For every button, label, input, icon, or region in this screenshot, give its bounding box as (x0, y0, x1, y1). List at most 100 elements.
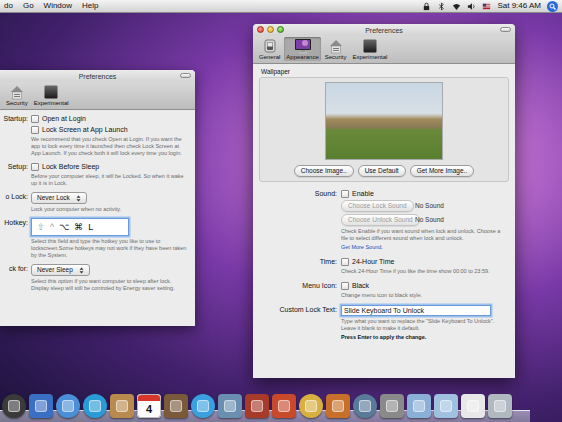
checkbox-box[interactable] (31, 163, 39, 171)
popup-button[interactable]: Never Sleep (31, 264, 90, 276)
toolbar-tab[interactable]: Experimental (350, 37, 389, 61)
dock-item[interactable] (434, 394, 458, 418)
toolbar-toggle-button[interactable] (500, 27, 511, 32)
wallpaper-button[interactable]: Use Default (358, 165, 406, 177)
app-glyph-icon (197, 400, 209, 412)
checkbox-box[interactable] (31, 126, 39, 134)
help-text: Lock your computer when no activity. (31, 206, 189, 213)
app-glyph-icon (467, 400, 479, 412)
wallpaper-button[interactable]: Get More Image.. (410, 165, 475, 177)
checkbox[interactable]: Open at Login (31, 114, 189, 123)
get-more-sound-link[interactable]: Get More Sound. (341, 244, 507, 251)
bluetooth-icon[interactable] (437, 2, 446, 11)
toolbar-tab[interactable]: Security (323, 37, 349, 61)
checkbox-box[interactable] (31, 115, 39, 123)
settings-list: Startup:Open at LoginLock Screen at App … (0, 110, 195, 292)
hotkey-field[interactable]: ⇧^⌥⌘L (31, 218, 129, 236)
toolbar-tab-label: Experimental (352, 54, 387, 61)
menu-item[interactable]: Window (44, 1, 72, 11)
dock-item[interactable] (326, 394, 350, 418)
popup-arrows-icon (76, 195, 81, 202)
toolbar-tab[interactable]: General (257, 37, 282, 61)
switch-icon (262, 38, 278, 54)
dock-item[interactable] (2, 394, 26, 418)
dock-item[interactable] (218, 394, 242, 418)
checkbox-label: 24-Hour Time (352, 257, 394, 266)
dock-item[interactable] (245, 394, 269, 418)
clock[interactable]: Sat 9:46 AM (497, 1, 541, 11)
close-button[interactable] (257, 26, 264, 33)
menu-item[interactable]: Go (23, 1, 34, 11)
toolbar-tab[interactable]: Experimental (32, 83, 71, 107)
hotkey-key: ⌘ (74, 222, 83, 233)
dock-item[interactable] (164, 394, 188, 418)
custom-lock-text-field[interactable]: Slide Keyboard To Unlock (341, 305, 491, 316)
menu-item[interactable]: Help (82, 1, 98, 11)
help-text: Before your computer sleep, it will be L… (31, 173, 189, 187)
app-glyph-icon (8, 400, 20, 412)
dock: 4 (0, 384, 530, 422)
desktop: do Go Window Help Sat 9:46 AM Preferences Secu… (0, 0, 562, 422)
window-title: Preferences (365, 26, 403, 35)
help-text: Select this option if you want computer … (31, 278, 189, 292)
hotkey-key: ⇧ (37, 222, 45, 233)
zoom-button[interactable] (277, 26, 284, 33)
lock-icon[interactable] (422, 2, 431, 11)
checkbox[interactable]: Enable (341, 189, 507, 198)
dock-item[interactable] (56, 394, 80, 418)
dock-item[interactable] (353, 394, 377, 418)
checkbox-box[interactable] (341, 258, 349, 266)
wallpaper-buttons: Choose Image.. Use Default Get More Image.… (294, 165, 474, 177)
sound-value: No Sound (415, 202, 444, 210)
toolbar-tab[interactable]: Security (4, 83, 30, 107)
checkbox[interactable]: Lock Screen at App Launch (31, 125, 189, 134)
row-label: Time: (253, 257, 337, 275)
dock-item[interactable]: 4 (137, 394, 161, 418)
dock-item[interactable] (461, 394, 485, 418)
app-glyph-icon (89, 400, 101, 412)
spotlight-icon[interactable] (547, 1, 558, 12)
wallpaper-button[interactable]: Choose Image.. (294, 165, 354, 177)
popup-value: Never Sleep (37, 266, 73, 274)
settings-row: Sound:EnableChoose Lock SoundNo SoundCho… (253, 189, 507, 251)
row-label: Custom Lock Text: (253, 305, 337, 341)
choose-sound-button[interactable]: Choose Lock Sound (341, 200, 414, 212)
minimize-button[interactable] (267, 26, 274, 33)
flag-icon[interactable] (482, 2, 491, 11)
hotkey-key: ⌥ (59, 222, 69, 233)
row-label: Menu Icon: (253, 281, 337, 299)
dock-item[interactable] (29, 394, 53, 418)
dock-item[interactable] (299, 394, 323, 418)
checkbox[interactable]: 24-Hour Time (341, 257, 507, 266)
checkbox[interactable]: Black (341, 281, 507, 290)
popup-button[interactable]: Never Lock (31, 192, 87, 204)
checkbox-box[interactable] (341, 190, 349, 198)
choose-sound-button[interactable]: Choose Unlock Sound (341, 214, 420, 226)
toolbar-tab[interactable]: Appearance (284, 37, 320, 61)
dock-item[interactable] (110, 394, 134, 418)
toolbar-tab-label: Security (6, 100, 28, 107)
row-label: ck for: (0, 264, 28, 292)
dock-item[interactable] (407, 394, 431, 418)
toolbar-tab-label: General (259, 54, 280, 61)
apply-hint: Press Enter to apply the change. (341, 334, 507, 341)
field-value: Slide Keyboard To Unlock (344, 306, 424, 315)
checkbox[interactable]: Lock Before Sleep (31, 162, 189, 171)
toolbar: General AppearanceSecurityExperimental (253, 36, 515, 64)
dock-item[interactable] (380, 394, 404, 418)
dock-item[interactable] (488, 394, 512, 418)
checkbox-box[interactable] (341, 282, 349, 290)
menu-item[interactable]: do (4, 1, 13, 11)
dock-item[interactable] (272, 394, 296, 418)
dock-item[interactable] (191, 394, 215, 418)
title-bar[interactable]: Preferences (253, 24, 515, 36)
dock-item[interactable] (83, 394, 107, 418)
title-bar[interactable]: Preferences (0, 70, 195, 82)
toolbar-toggle-button[interactable] (180, 73, 191, 78)
help-text: We recommend that you check Open at Logi… (31, 136, 189, 157)
help-text: Type what you want to replace the "Slide… (341, 318, 507, 332)
app-glyph-icon (305, 400, 317, 412)
settings-row: Menu Icon:BlackChange menu icon to black… (253, 281, 507, 299)
volume-icon[interactable] (467, 2, 476, 11)
wifi-icon[interactable] (452, 2, 461, 11)
